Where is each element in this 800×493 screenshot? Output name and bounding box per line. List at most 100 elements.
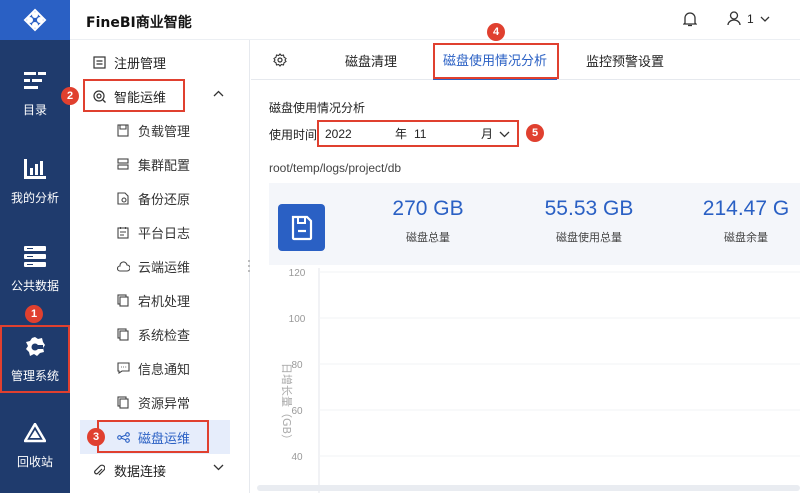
step-badge-2: 2 bbox=[61, 87, 79, 105]
daily-growth-chart: 120100806040日增长量（GB） bbox=[280, 268, 800, 493]
disk-path: root/temp/logs/project/db bbox=[269, 161, 402, 175]
tab-disk-cleanup[interactable]: 磁盘清理 bbox=[345, 40, 397, 80]
chevron-down-icon bbox=[760, 16, 770, 22]
top-header: FineBI商业智能 1 bbox=[70, 0, 800, 40]
stat-disk-free: 214.47 G 磁盘余量 bbox=[681, 197, 800, 245]
month-value: 11 bbox=[414, 126, 427, 141]
app-logo[interactable] bbox=[0, 0, 70, 40]
user-icon bbox=[727, 11, 741, 26]
disk-stats-card: 270 GB 磁盘总量 55.53 GB 磁盘使用总量 214.47 G 磁盘余… bbox=[269, 183, 800, 265]
stat-value: 270 GB bbox=[392, 197, 464, 220]
main-content: 磁盘清理 磁盘使用情况分析 监控预警设置 4 磁盘使用情况分析 使用时间 202… bbox=[251, 23, 800, 493]
menu-label: 信息通知 bbox=[138, 362, 191, 378]
y-tick-label: 100 bbox=[289, 314, 306, 325]
catalog-icon bbox=[23, 69, 47, 93]
rail-item-label: 我的分析 bbox=[10, 190, 59, 205]
menu-label: 宕机处理 bbox=[138, 294, 191, 310]
menu-item-system-check[interactable]: 系统检查 bbox=[70, 317, 250, 351]
settings-icon bbox=[23, 335, 47, 359]
save-icon bbox=[278, 204, 325, 251]
menu-label: 负载管理 bbox=[138, 124, 191, 140]
register-icon bbox=[92, 55, 106, 69]
analysis-icon bbox=[23, 157, 47, 181]
menu-item-cluster[interactable]: 集群配置 bbox=[70, 147, 250, 181]
downtime-icon bbox=[116, 293, 130, 307]
chevron-up-icon bbox=[213, 90, 224, 97]
rail-item-catalog[interactable]: 目录 bbox=[0, 58, 70, 128]
plot-area bbox=[319, 268, 800, 493]
menu-item-cloud-ops[interactable]: 云端运维 bbox=[70, 249, 250, 283]
step-badge-4: 4 bbox=[487, 23, 505, 41]
menu-item-data-connection[interactable]: 数据连接 bbox=[70, 453, 250, 487]
menu-item-notification[interactable]: 信息通知 bbox=[70, 351, 250, 385]
tab-settings-gear[interactable] bbox=[273, 40, 287, 80]
y-tick-label: 120 bbox=[289, 268, 306, 279]
highlight-disk-ops bbox=[97, 420, 209, 453]
stat-label: 磁盘总量 bbox=[406, 231, 450, 244]
menu-label: 平台日志 bbox=[138, 226, 191, 242]
menu-label: 集群配置 bbox=[138, 158, 191, 174]
menu-label: 注册管理 bbox=[114, 56, 167, 72]
menu-item-register[interactable]: 注册管理 bbox=[70, 45, 250, 79]
section-title: 磁盘使用情况分析 bbox=[269, 101, 366, 115]
stat-label: 磁盘使用总量 bbox=[556, 231, 622, 244]
icon-rail: 目录 我的分析 公共数据 管理系统 回收站 1 bbox=[0, 0, 70, 493]
resource-icon bbox=[116, 395, 130, 409]
month-unit: 月 bbox=[481, 127, 494, 141]
menu-item-downtime[interactable]: 宕机处理 bbox=[70, 283, 250, 317]
stat-disk-total: 270 GB 磁盘总量 bbox=[363, 197, 493, 245]
month-picker[interactable]: 2022 年 11 月 bbox=[317, 120, 519, 147]
rail-item-recycle[interactable]: 回收站 bbox=[0, 410, 70, 480]
menu-item-platform-log[interactable]: 平台日志 bbox=[70, 215, 250, 249]
rail-item-label: 管理系统 bbox=[10, 368, 59, 383]
tab-monitor-alert[interactable]: 监控预警设置 bbox=[586, 40, 664, 80]
menu-item-load[interactable]: 负载管理 bbox=[70, 113, 250, 147]
app-title: FineBI商业智能 bbox=[86, 15, 192, 31]
user-name: 1 bbox=[747, 11, 754, 26]
logo-icon bbox=[23, 8, 47, 32]
stat-value: 55.53 GB bbox=[544, 197, 634, 220]
rail-item-public-data[interactable]: 公共数据 bbox=[0, 234, 70, 304]
rail-item-admin[interactable]: 管理系统 bbox=[0, 325, 70, 393]
menu-label: 云端运维 bbox=[138, 260, 191, 276]
menu-label: 数据连接 bbox=[114, 464, 167, 480]
bell-icon[interactable] bbox=[682, 11, 698, 30]
menu-label: 资源异常 bbox=[138, 396, 191, 412]
horizontal-scrollbar[interactable] bbox=[257, 485, 800, 491]
message-icon bbox=[116, 361, 130, 375]
menu-label: 系统检查 bbox=[138, 328, 191, 344]
side-menu: 注册管理 智能运维 2 负载管理 集群配置 备份还原 平台日志 云端运维 宕机处… bbox=[61, 40, 250, 493]
database-icon bbox=[23, 245, 47, 269]
stat-label: 磁盘余量 bbox=[724, 231, 768, 244]
gear-icon bbox=[273, 53, 287, 67]
load-icon bbox=[116, 123, 130, 137]
log-icon bbox=[116, 225, 130, 239]
time-label: 使用时间 bbox=[269, 128, 318, 142]
rail-item-label: 回收站 bbox=[16, 454, 53, 469]
highlight-tab bbox=[433, 43, 559, 79]
rail-item-label: 目录 bbox=[22, 102, 47, 117]
highlight-smart-ops bbox=[83, 79, 185, 112]
recycle-icon bbox=[23, 421, 47, 445]
cluster-icon bbox=[116, 157, 130, 171]
paperclip-icon bbox=[92, 463, 106, 477]
chevron-down-icon bbox=[213, 464, 224, 471]
stat-disk-used: 55.53 GB 磁盘使用总量 bbox=[524, 197, 654, 245]
rail-item-label: 公共数据 bbox=[10, 278, 59, 293]
backup-icon bbox=[116, 191, 130, 205]
y-tick-label: 40 bbox=[291, 452, 303, 463]
y-axis-label: 日增长量（GB） bbox=[280, 363, 294, 445]
step-badge-5: 5 bbox=[526, 124, 544, 142]
step-badge-1: 1 bbox=[25, 305, 43, 323]
menu-item-backup[interactable]: 备份还原 bbox=[70, 181, 250, 215]
year-unit: 年 bbox=[395, 127, 408, 141]
system-check-icon bbox=[116, 327, 130, 341]
menu-item-resource-anomaly[interactable]: 资源异常 bbox=[70, 385, 250, 419]
chevron-down-icon bbox=[499, 131, 510, 138]
year-value: 2022 bbox=[325, 126, 352, 141]
user-menu[interactable]: 1 bbox=[727, 11, 770, 26]
menu-label: 备份还原 bbox=[138, 192, 191, 208]
stat-value: 214.47 G bbox=[702, 197, 790, 220]
rail-item-analysis[interactable]: 我的分析 bbox=[0, 146, 70, 216]
step-badge-3: 3 bbox=[87, 428, 105, 446]
